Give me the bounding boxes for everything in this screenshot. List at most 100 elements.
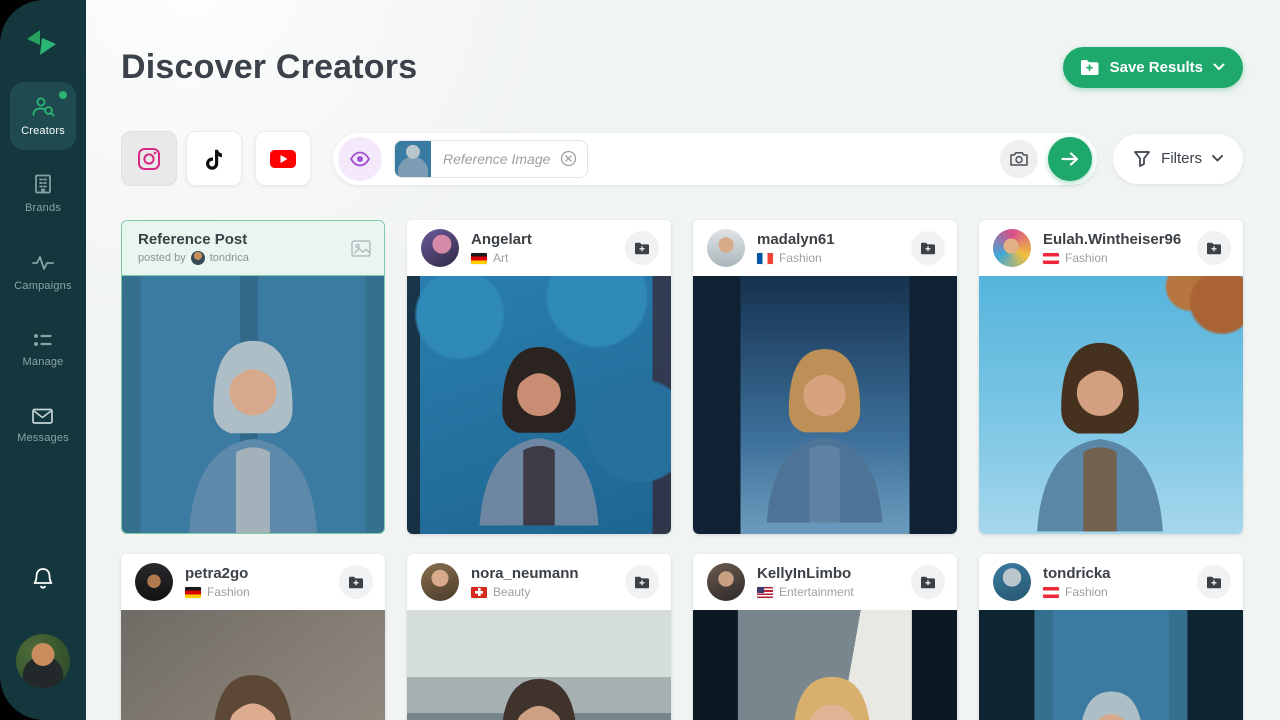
filter-funnel-icon: [1133, 150, 1151, 167]
sidebar-item-manage[interactable]: Manage: [23, 330, 64, 368]
creator-category: Fashion: [1065, 585, 1108, 599]
platform-youtube-button[interactable]: [255, 131, 311, 186]
creator-card[interactable]: petra2go Fashion: [121, 554, 385, 720]
user-avatar[interactable]: [16, 634, 70, 688]
add-to-folder-button[interactable]: [1197, 231, 1231, 265]
country-flag: [471, 587, 487, 598]
creator-category: Beauty: [493, 585, 530, 599]
sidebar: Creators Brands Campaigns: [0, 0, 86, 720]
creator-category: Entertainment: [779, 585, 854, 599]
sidebar-item-label: Creators: [21, 125, 65, 137]
creator-name: tondricka: [1043, 565, 1197, 582]
close-circle-icon: [560, 150, 577, 167]
add-to-folder-button[interactable]: [625, 565, 659, 599]
visual-search-button[interactable]: [338, 137, 382, 181]
sidebar-item-messages[interactable]: Messages: [17, 406, 69, 444]
add-to-folder-button[interactable]: [911, 565, 945, 599]
creator-name: Angelart: [471, 231, 625, 248]
bell-icon: [30, 565, 56, 593]
creator-card[interactable]: tondricka Fashion: [979, 554, 1243, 720]
country-flag: [757, 587, 773, 598]
search-row: Reference Image: [121, 131, 1243, 186]
creator-card[interactable]: Eulah.Wintheiser96 Fashion: [979, 220, 1243, 534]
image-icon: [350, 239, 372, 258]
camera-icon: [1009, 150, 1029, 167]
add-to-folder-button[interactable]: [339, 565, 373, 599]
reference-image-chip[interactable]: Reference Image: [394, 140, 588, 178]
youtube-icon: [269, 149, 297, 169]
creator-card[interactable]: nora_neumann Beauty: [407, 554, 671, 720]
creator-avatar: [993, 563, 1031, 601]
app-window: Creators Brands Campaigns: [0, 0, 1280, 720]
folder-plus-icon: [1206, 242, 1222, 255]
save-results-label: Save Results: [1110, 59, 1203, 76]
search-submit-button[interactable]: [1048, 137, 1092, 181]
folder-plus-icon: [1079, 59, 1100, 76]
sidebar-item-label: Brands: [25, 202, 61, 214]
creator-name: KellyInLimbo: [757, 565, 911, 582]
creator-card[interactable]: Angelart Art: [407, 220, 671, 534]
eye-icon: [349, 151, 371, 167]
sidebar-item-label: Manage: [23, 356, 64, 368]
arrow-right-icon: [1060, 151, 1080, 167]
filters-label: Filters: [1161, 150, 1202, 167]
country-flag: [1043, 587, 1059, 598]
pulse-icon: [30, 252, 56, 274]
page-title: Discover Creators: [121, 48, 417, 87]
creator-category: Art: [493, 251, 508, 265]
add-to-folder-button[interactable]: [911, 231, 945, 265]
sidebar-item-brands[interactable]: Brands: [25, 172, 61, 214]
filters-button[interactable]: Filters: [1113, 134, 1243, 184]
active-dot: [59, 91, 67, 99]
envelope-icon: [30, 406, 55, 426]
sidebar-item-creators[interactable]: Creators: [10, 82, 76, 150]
chevron-down-icon: [1212, 155, 1223, 162]
creator-photo: [979, 276, 1243, 534]
person-search-icon: [30, 95, 56, 119]
creator-avatar: [421, 229, 459, 267]
sidebar-nav: Creators Brands Campaigns: [0, 82, 86, 482]
notifications-button[interactable]: [30, 565, 56, 598]
building-icon: [31, 172, 55, 196]
creator-avatar: [421, 563, 459, 601]
reference-post-title: Reference Post: [138, 231, 350, 248]
creator-card[interactable]: KellyInLimbo Entertainment: [693, 554, 957, 720]
camera-search-button[interactable]: [1000, 140, 1038, 178]
country-flag: [185, 587, 201, 598]
creator-avatar: [707, 229, 745, 267]
remove-reference-button[interactable]: [560, 150, 577, 167]
folder-plus-icon: [1206, 576, 1222, 589]
search-bar[interactable]: Reference Image: [333, 133, 1097, 185]
reference-image-thumbnail: [395, 141, 431, 177]
sidebar-item-label: Messages: [17, 432, 69, 444]
creator-name: Eulah.Wintheiser96: [1043, 231, 1197, 248]
page-header: Discover Creators Save Results: [121, 44, 1243, 90]
add-to-folder-button[interactable]: [1197, 565, 1231, 599]
creator-card[interactable]: madalyn61 Fashion: [693, 220, 957, 534]
reference-post-photo: [122, 276, 384, 533]
creator-photo: [407, 610, 671, 720]
chevron-down-icon: [1213, 63, 1225, 71]
app-logo[interactable]: [19, 20, 67, 68]
app-logo-icon: [23, 24, 63, 64]
country-flag: [1043, 253, 1059, 264]
add-to-folder-button[interactable]: [625, 231, 659, 265]
folder-plus-icon: [920, 242, 936, 255]
reference-post-card[interactable]: Reference Post posted by tondrica: [121, 220, 385, 534]
poster-username: tondrica: [210, 252, 249, 264]
folder-plus-icon: [348, 576, 364, 589]
folder-plus-icon: [634, 242, 650, 255]
list-icon: [31, 330, 55, 350]
platform-tiktok-button[interactable]: [186, 131, 242, 186]
platform-instagram-button[interactable]: [121, 131, 177, 186]
sidebar-item-campaigns[interactable]: Campaigns: [14, 252, 71, 292]
poster-avatar: [191, 251, 205, 265]
creator-avatar: [135, 563, 173, 601]
folder-plus-icon: [920, 576, 936, 589]
creator-name: nora_neumann: [471, 565, 625, 582]
save-results-button[interactable]: Save Results: [1063, 47, 1243, 88]
creator-photo: [979, 610, 1243, 720]
creator-photo: [693, 276, 957, 534]
reference-image-label: Reference Image: [443, 151, 550, 167]
sidebar-item-label: Campaigns: [14, 280, 71, 292]
